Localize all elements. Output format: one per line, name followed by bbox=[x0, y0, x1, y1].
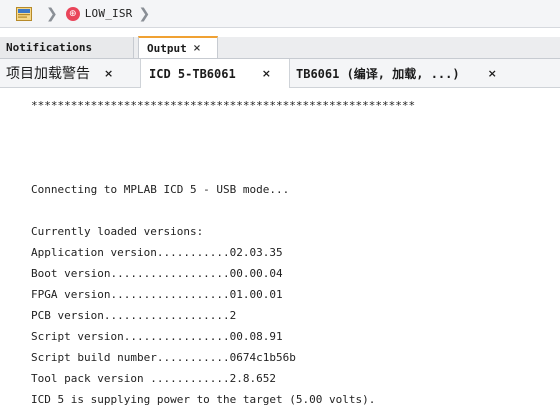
output-line: FPGA version..................01.00.01 bbox=[31, 288, 283, 301]
panel-tab-bar: Notifications Output × bbox=[0, 36, 560, 59]
output-line: Currently loaded versions: bbox=[31, 225, 204, 238]
output-line: Connecting to MPLAB ICD 5 - USB mode... bbox=[31, 183, 290, 196]
tab-tb6061-build-label: TB6061 (编译, 加载, ...) bbox=[296, 66, 460, 81]
close-icon[interactable]: × bbox=[262, 67, 271, 80]
tab-icd5-tb6061[interactable]: ICD 5-TB6061 × bbox=[140, 59, 290, 88]
tab-output[interactable]: Output × bbox=[138, 36, 218, 58]
breadcrumb: ❯ ⊕ LOW_ISR ❯ bbox=[0, 0, 560, 28]
output-line: Script version................00.08.91 bbox=[31, 330, 283, 343]
chevron-right-icon[interactable]: ❯ bbox=[139, 7, 151, 21]
tab-notifications[interactable]: Notifications bbox=[0, 37, 134, 58]
tab-output-label: Output bbox=[147, 41, 187, 55]
breadcrumb-function-label[interactable]: LOW_ISR bbox=[85, 7, 133, 20]
output-line: ****************************************… bbox=[31, 99, 416, 112]
output-tab-bar: 项目加载警告 × ICD 5-TB6061 × TB6061 (编译, 加载, … bbox=[0, 59, 560, 88]
isr-function-icon: ⊕ bbox=[65, 6, 80, 21]
output-line: Boot version..................00.00.04 bbox=[31, 267, 283, 280]
tab-tb6061-build[interactable]: TB6061 (编译, 加载, ...) × bbox=[294, 59, 524, 87]
tab-project-load-warnings-label: 项目加载警告 bbox=[6, 66, 90, 82]
chevron-right-icon: ❯ bbox=[46, 5, 58, 22]
close-icon[interactable]: × bbox=[488, 67, 497, 80]
tab-icd5-tb6061-label: ICD 5-TB6061 bbox=[149, 66, 236, 81]
tab-project-load-warnings[interactable]: 项目加载警告 × bbox=[6, 59, 138, 87]
source-file-icon[interactable] bbox=[16, 6, 32, 21]
close-icon[interactable]: × bbox=[104, 67, 113, 80]
output-line: PCB version...................2 bbox=[31, 309, 237, 322]
output-line: ICD 5 is supplying power to the target (… bbox=[31, 393, 376, 406]
output-console[interactable]: ****************************************… bbox=[0, 88, 560, 411]
close-icon[interactable]: × bbox=[193, 43, 201, 54]
tab-notifications-label: Notifications bbox=[6, 41, 93, 54]
output-line: Application version...........02.03.35 bbox=[31, 246, 283, 259]
output-line: Tool pack version ............2.8.652 bbox=[31, 372, 277, 385]
output-line: Script build number...........0674c1b56b bbox=[31, 351, 296, 364]
